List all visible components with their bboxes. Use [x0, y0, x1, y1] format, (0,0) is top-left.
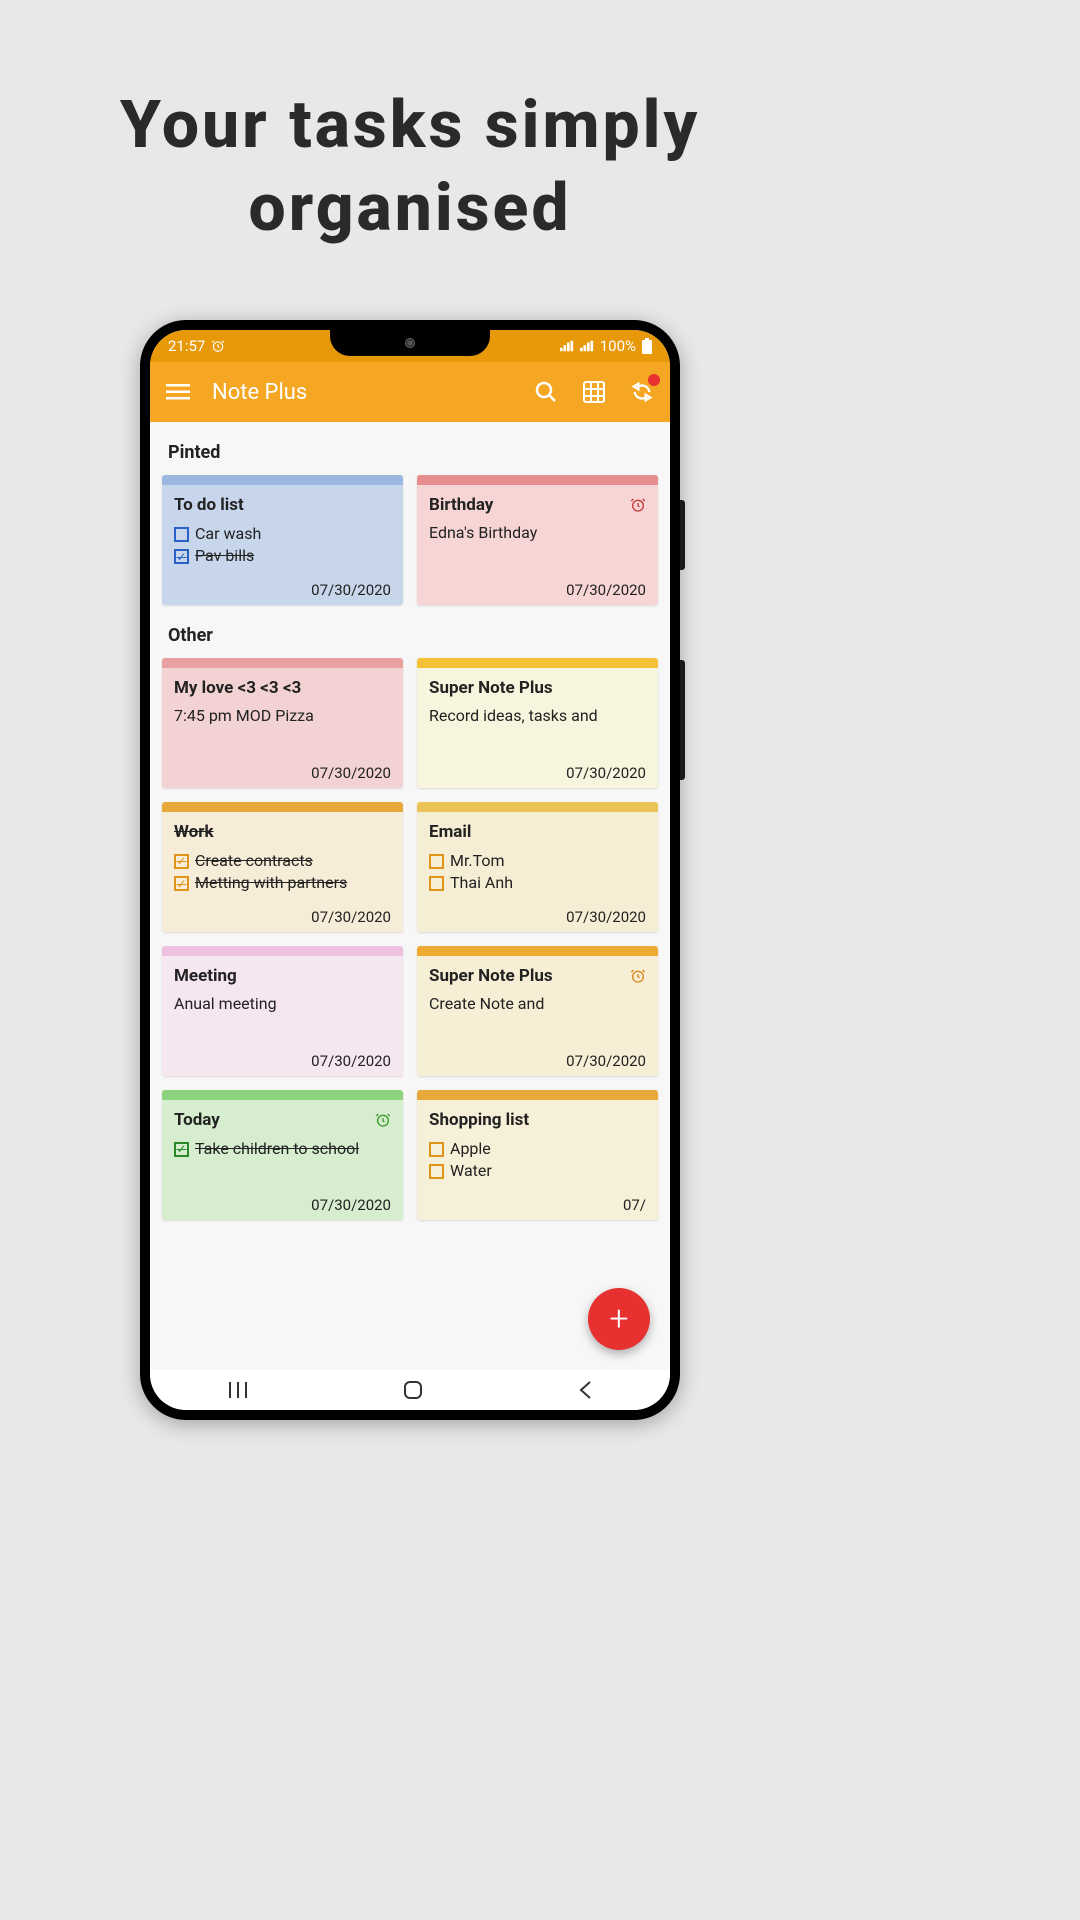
note-card-mylove[interactable]: My love <3 <3 <3 7:45 pm MOD Pizza 07/30…: [162, 658, 403, 788]
app-title: Note Plus: [212, 380, 512, 405]
android-nav-bar: [150, 1370, 670, 1410]
card-title: Email: [429, 822, 646, 842]
alarm-icon: [630, 497, 646, 513]
card-color-strip: [417, 946, 658, 956]
note-card-birthday[interactable]: Birthday Edna's Birthday 07/30/2020: [417, 475, 658, 605]
plus-icon: +: [609, 1299, 628, 1339]
alarm-icon: [211, 339, 225, 353]
add-note-fab[interactable]: +: [588, 1288, 650, 1350]
phone-side-button: [680, 660, 685, 780]
card-date: 07/30/2020: [174, 1052, 391, 1070]
note-card-supernote[interactable]: Super Note Plus Record ideas, tasks and …: [417, 658, 658, 788]
recent-apps-icon[interactable]: [228, 1382, 248, 1398]
card-body-text: 7:45 pm MOD Pizza: [174, 706, 391, 760]
card-title: To do list: [174, 495, 391, 515]
card-title: Today: [174, 1110, 391, 1130]
section-pinned: Pinted: [162, 432, 658, 475]
checkbox-icon: [429, 1142, 444, 1157]
card-color-strip: [417, 658, 658, 668]
card-title: Super Note Plus: [429, 966, 646, 986]
card-date: 07/30/2020: [429, 764, 646, 782]
checkbox-icon: [429, 1164, 444, 1179]
battery-icon: [642, 338, 652, 354]
card-color-strip: [162, 946, 403, 956]
checkbox-checked-icon: ✓: [174, 854, 189, 869]
phone-side-button: [680, 500, 685, 570]
card-color-strip: [417, 802, 658, 812]
notes-content[interactable]: Pinted To do list Car wash ✓Pav bills 07…: [150, 422, 670, 1370]
card-date: 07/30/2020: [429, 581, 646, 599]
card-color-strip: [417, 475, 658, 485]
search-icon[interactable]: [532, 378, 560, 406]
card-title: Meeting: [174, 966, 391, 986]
promo-line-2: organised: [30, 168, 790, 251]
card-body-text: Create Note and: [429, 994, 646, 1048]
notification-dot: [648, 374, 660, 386]
card-date: 07/30/2020: [174, 908, 391, 926]
checkbox-icon: [174, 527, 189, 542]
card-date: 07/30/2020: [429, 908, 646, 926]
note-card-email[interactable]: Email Mr.Tom Thai Anh 07/30/2020: [417, 802, 658, 932]
signal-icon: [580, 340, 594, 352]
checkbox-checked-icon: ✓: [174, 549, 189, 564]
note-card-work[interactable]: Work ✓Create contracts ✓Metting with par…: [162, 802, 403, 932]
card-body-text: Record ideas, tasks and: [429, 706, 646, 760]
note-card-today[interactable]: Today ✓Take children to school 07/30/202…: [162, 1090, 403, 1220]
signal-icon: [560, 340, 574, 352]
card-body-text: Anual meeting: [174, 994, 391, 1048]
checkbox-icon: [429, 854, 444, 869]
note-card-shopping[interactable]: Shopping list Apple Water 07/: [417, 1090, 658, 1220]
card-body-text: Edna's Birthday: [429, 523, 646, 577]
card-date: 07/30/2020: [174, 764, 391, 782]
phone-mockup: 21:57 100%: [140, 320, 680, 1420]
section-other: Other: [162, 615, 658, 658]
checkbox-icon: [429, 876, 444, 891]
card-title: Work: [174, 822, 391, 842]
alarm-icon: [375, 1112, 391, 1128]
promo-line-1: Your tasks simply: [30, 85, 790, 168]
checkbox-checked-icon: ✓: [174, 1142, 189, 1157]
card-color-strip: [162, 658, 403, 668]
card-title: Shopping list: [429, 1110, 646, 1130]
card-title: My love <3 <3 <3: [174, 678, 391, 698]
phone-notch: [330, 330, 490, 356]
checkbox-checked-icon: ✓: [174, 876, 189, 891]
battery-percent: 100%: [600, 337, 636, 355]
note-card-todo[interactable]: To do list Car wash ✓Pav bills 07/30/202…: [162, 475, 403, 605]
card-date: 07/30/2020: [174, 1196, 391, 1214]
card-color-strip: [162, 1090, 403, 1100]
card-date: 07/30/2020: [429, 1052, 646, 1070]
card-color-strip: [162, 475, 403, 485]
alarm-icon: [630, 968, 646, 984]
grid-view-icon[interactable]: [580, 378, 608, 406]
sync-icon[interactable]: [628, 378, 656, 406]
note-card-supernote2[interactable]: Super Note Plus Create Note and 07/30/20…: [417, 946, 658, 1076]
app-bar: Note Plus: [150, 362, 670, 422]
card-color-strip: [417, 1090, 658, 1100]
card-date: 07/: [429, 1196, 646, 1214]
note-card-meeting[interactable]: Meeting Anual meeting 07/30/2020: [162, 946, 403, 1076]
card-title: Birthday: [429, 495, 646, 515]
card-title: Super Note Plus: [429, 678, 646, 698]
card-color-strip: [162, 802, 403, 812]
promo-headline: Your tasks simply organised: [0, 0, 820, 290]
home-icon[interactable]: [403, 1380, 423, 1400]
status-time: 21:57: [168, 337, 205, 355]
hamburger-menu-icon[interactable]: [164, 378, 192, 406]
back-icon[interactable]: [578, 1380, 592, 1400]
card-date: 07/30/2020: [174, 581, 391, 599]
